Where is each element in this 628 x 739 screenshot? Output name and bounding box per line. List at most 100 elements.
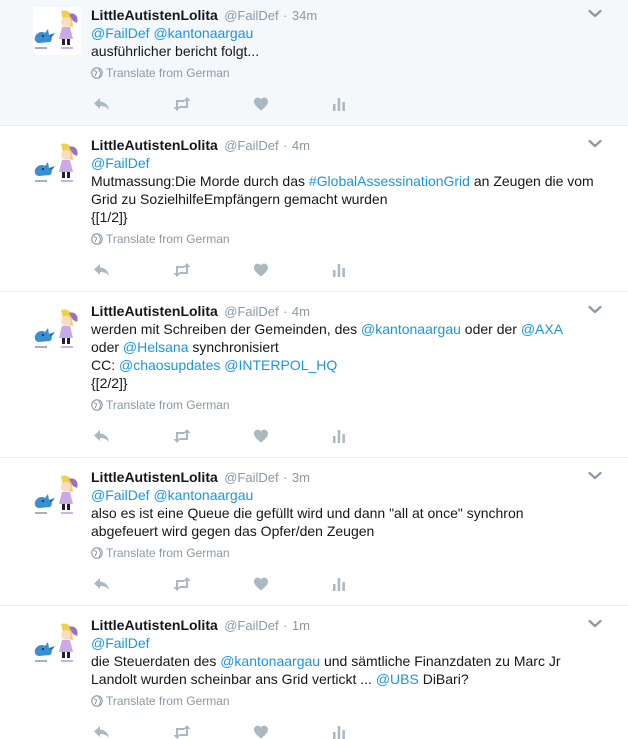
- separator-dot: ·: [283, 304, 288, 319]
- globe-icon: [91, 233, 103, 245]
- tweet-text-segment: an Zeugen die vom: [469, 173, 594, 189]
- tweet-text: werden mit Schreiben der Gemeinden, des …: [91, 320, 604, 392]
- tweet-header: LittleAutistenLolita @FailDef · 1m: [91, 615, 604, 635]
- tweet-text-line: @FailDef: [91, 634, 604, 652]
- tweet-actions: [91, 261, 371, 281]
- mention-link[interactable]: @Helsana: [123, 339, 189, 355]
- tweet-content: LittleAutistenLolita @FailDef · 4m werde…: [91, 301, 604, 413]
- author-username[interactable]: @FailDef: [224, 470, 278, 485]
- bar-chart-icon[interactable]: [331, 575, 347, 593]
- tweet-text-line: @FailDef @kantonaargau: [91, 486, 604, 504]
- globe-icon: [91, 67, 103, 79]
- tweet-text-line: abgefeuert wird gegen das Opfer/den Zeug…: [91, 522, 604, 540]
- bar-chart-icon[interactable]: [331, 427, 347, 445]
- tweet-text-line: Mutmassung:Die Morde durch das #GlobalAs…: [91, 172, 604, 190]
- mention-link[interactable]: @UBS: [376, 671, 419, 687]
- tweet-timestamp[interactable]: 4m: [292, 304, 310, 319]
- reply-icon[interactable]: [92, 723, 110, 739]
- translate-link[interactable]: Translate from German: [91, 65, 604, 81]
- translate-link[interactable]: Translate from German: [91, 397, 604, 413]
- heart-icon[interactable]: [253, 575, 269, 593]
- avatar[interactable]: [33, 140, 81, 188]
- translate-link[interactable]: Translate from German: [91, 231, 604, 247]
- avatar[interactable]: [33, 7, 81, 55]
- reply-icon[interactable]: [92, 575, 110, 593]
- reply-icon[interactable]: [92, 427, 110, 445]
- author-username[interactable]: @FailDef: [224, 8, 278, 23]
- retweet-icon[interactable]: [172, 723, 192, 739]
- mention-link[interactable]: @FailDef: [91, 635, 150, 651]
- tweet-timestamp[interactable]: 34m: [292, 8, 317, 23]
- author-username[interactable]: @FailDef: [224, 304, 278, 319]
- heart-icon[interactable]: [253, 723, 269, 739]
- author-fullname[interactable]: LittleAutistenLolita: [91, 469, 218, 485]
- translate-label: Translate from German: [106, 546, 230, 560]
- tweet-content: LittleAutistenLolita @FailDef · 34m @Fai…: [91, 5, 604, 81]
- chevron-down-icon[interactable]: [586, 135, 604, 153]
- tweet-timestamp[interactable]: 3m: [292, 470, 310, 485]
- tweet-content: LittleAutistenLolita @FailDef · 4m @Fail…: [91, 135, 604, 247]
- tweet-timestamp[interactable]: 4m: [292, 138, 310, 153]
- tweet[interactable]: LittleAutistenLolita @FailDef · 4m werde…: [0, 292, 628, 458]
- author-fullname[interactable]: LittleAutistenLolita: [91, 137, 218, 153]
- retweet-icon[interactable]: [172, 427, 192, 445]
- mention-link[interactable]: @FailDef: [91, 487, 150, 503]
- bar-chart-icon[interactable]: [331, 95, 347, 113]
- chevron-down-icon[interactable]: [586, 467, 604, 485]
- tweet-text-segment: DiBari?: [418, 671, 469, 687]
- heart-icon[interactable]: [253, 261, 269, 279]
- author-fullname[interactable]: LittleAutistenLolita: [91, 303, 218, 319]
- tweet-header: LittleAutistenLolita @FailDef · 34m: [91, 5, 604, 25]
- avatar[interactable]: [33, 306, 81, 354]
- heart-icon[interactable]: [253, 427, 269, 445]
- mention-link[interactable]: @kantonaargau: [361, 321, 461, 337]
- tweet[interactable]: LittleAutistenLolita @FailDef · 4m @Fail…: [0, 126, 628, 292]
- tweet-timeline: LittleAutistenLolita @FailDef · 34m @Fai…: [0, 0, 628, 739]
- author-username[interactable]: @FailDef: [224, 618, 278, 633]
- reply-icon[interactable]: [92, 261, 110, 279]
- mention-link[interactable]: @FailDef: [91, 155, 150, 171]
- mention-link[interactable]: @kantonaargau: [220, 653, 320, 669]
- tweet-actions: [91, 95, 371, 115]
- tweet[interactable]: LittleAutistenLolita @FailDef · 34m @Fai…: [0, 0, 628, 126]
- chevron-down-icon[interactable]: [586, 5, 604, 23]
- retweet-icon[interactable]: [172, 261, 192, 279]
- retweet-icon[interactable]: [172, 575, 192, 593]
- tweet-actions: [91, 575, 371, 595]
- translate-link[interactable]: Translate from German: [91, 545, 604, 561]
- heart-icon[interactable]: [253, 95, 269, 113]
- mention-link[interactable]: @FailDef: [91, 25, 150, 41]
- avatar[interactable]: [33, 472, 81, 520]
- hashtag-link[interactable]: #GlobalAssessinationGrid: [309, 173, 470, 189]
- bar-chart-icon[interactable]: [331, 261, 347, 279]
- tweet-timestamp[interactable]: 1m: [292, 618, 310, 633]
- retweet-icon[interactable]: [172, 95, 192, 113]
- mention-link[interactable]: @AXA: [521, 321, 563, 337]
- author-fullname[interactable]: LittleAutistenLolita: [91, 617, 218, 633]
- bar-chart-icon[interactable]: [331, 723, 347, 739]
- chevron-down-icon[interactable]: [586, 301, 604, 319]
- mention-link[interactable]: @INTERPOL_HQ: [224, 357, 337, 373]
- chevron-down-icon[interactable]: [586, 615, 604, 633]
- tweet-text-line: Grid zu SozielhilfeEmpfängern gemacht wu…: [91, 190, 604, 208]
- tweet-text: @FailDef @kantonaargau also es ist eine Q…: [91, 486, 604, 540]
- tweet-text-segment: synchronisiert: [188, 339, 279, 355]
- author-fullname[interactable]: LittleAutistenLolita: [91, 7, 218, 23]
- mention-link[interactable]: @kantonaargau: [153, 487, 253, 503]
- mention-link[interactable]: @chaosupdates: [119, 357, 220, 373]
- reply-icon[interactable]: [92, 95, 110, 113]
- tweet-text-segment: werden mit Schreiben der Gemeinden, des: [91, 321, 362, 337]
- tweet-text-segment: {[1/2]}: [91, 209, 128, 225]
- tweet-text: @FailDef die Steuerdaten des @kantonaarga…: [91, 634, 604, 688]
- tweet-text-line: also es ist eine Queue die gefüllt wird …: [91, 504, 604, 522]
- author-username[interactable]: @FailDef: [224, 138, 278, 153]
- mention-link[interactable]: @kantonaargau: [153, 25, 253, 41]
- tweet-text-segment: Grid zu SozielhilfeEmpfängern gemacht wu…: [91, 191, 388, 207]
- tweet[interactable]: LittleAutistenLolita @FailDef · 1m @Fail…: [0, 606, 628, 739]
- tweet-text-line: die Steuerdaten des @kantonaargau und sä…: [91, 652, 604, 670]
- translate-link[interactable]: Translate from German: [91, 693, 604, 709]
- tweet-text-line: @FailDef: [91, 154, 604, 172]
- tweet-text-line: CC: @chaosupdates @INTERPOL_HQ: [91, 356, 604, 374]
- tweet[interactable]: LittleAutistenLolita @FailDef · 3m @Fail…: [0, 458, 628, 606]
- avatar[interactable]: [33, 620, 81, 668]
